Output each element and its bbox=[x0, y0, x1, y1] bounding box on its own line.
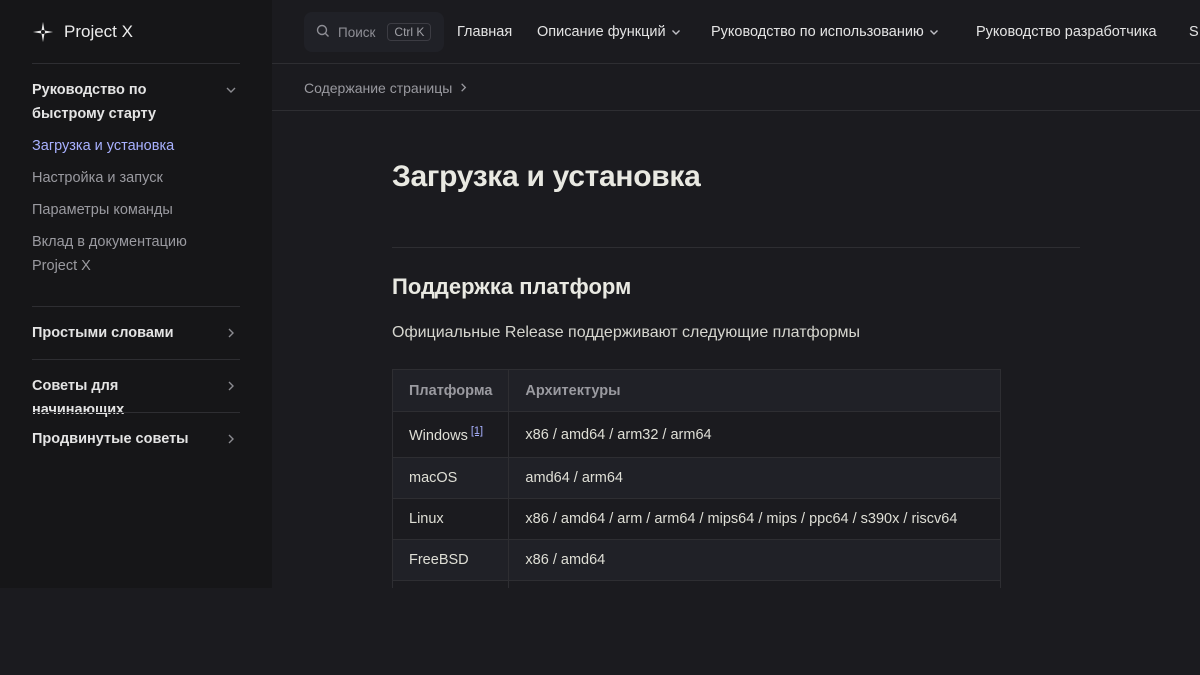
table-row: FreeBSD x86 / amd64 bbox=[391, 539, 1002, 581]
page-outline-toggle[interactable]: Содержание страницы bbox=[272, 65, 1200, 111]
star-logo-icon bbox=[32, 21, 54, 43]
table-header-arch: Архитектуры bbox=[508, 369, 1002, 412]
platform-cell bbox=[391, 580, 510, 588]
nav-item-truncated[interactable]: S bbox=[1189, 0, 1199, 64]
platform-name: Windows bbox=[409, 427, 468, 444]
nav-item-label: S bbox=[1189, 24, 1199, 40]
nav-item-home[interactable]: Главная bbox=[457, 0, 512, 64]
sidebar-section-simple-words[interactable]: Простыми словами bbox=[32, 321, 240, 345]
brand-name: Project X bbox=[64, 22, 133, 41]
platform-cell: macOS bbox=[391, 457, 510, 499]
footnote-link[interactable]: [1] bbox=[471, 425, 483, 437]
chevron-down-icon bbox=[928, 26, 940, 38]
table-row: Windows [1] x86 / amd64 / arm32 / arm64 bbox=[391, 411, 1002, 458]
chevron-right-icon bbox=[458, 80, 469, 96]
sidebar-item-command-params[interactable]: Параметры команды bbox=[32, 198, 232, 222]
chevron-right-icon bbox=[222, 427, 240, 451]
search-placeholder: Поиск bbox=[338, 24, 376, 40]
sidebar-group-quickstart[interactable]: Руководство по быстрому старту bbox=[32, 78, 240, 126]
sidebar-section-advanced-tips[interactable]: Продвинутые советы bbox=[32, 427, 240, 451]
sidebar: Project X Руководство по быстрому старту… bbox=[0, 0, 272, 588]
sidebar-section-label: Продвинутые советы bbox=[32, 431, 189, 447]
nav-item-dev-guide[interactable]: Руководство разработчика bbox=[976, 0, 1157, 64]
sidebar-item-contribute-docs[interactable]: Вклад в документацию Project X bbox=[32, 230, 232, 278]
sidebar-section-beginner-tips[interactable]: Советы для начинающих bbox=[32, 374, 240, 422]
search-shortcut-badge: Ctrl K bbox=[387, 23, 432, 41]
nav-item-label: Руководство по использованию bbox=[711, 24, 924, 40]
arch-cell: amd64 / arm64 bbox=[508, 457, 1002, 499]
sidebar-divider bbox=[32, 412, 240, 413]
platform-cell: Linux bbox=[391, 498, 510, 540]
intro-paragraph: Официальные Release поддерживают следующ… bbox=[392, 324, 861, 341]
platforms-table: Платформа Архитектуры Windows [1] x86 / a… bbox=[391, 369, 1002, 588]
chevron-down-icon bbox=[670, 26, 682, 38]
page-title: Загрузка и установка bbox=[392, 160, 701, 193]
sidebar-section-label: Советы для начинающих bbox=[32, 378, 125, 418]
content-divider bbox=[392, 247, 1080, 248]
nav-item-label: Главная bbox=[457, 24, 513, 40]
nav-item-features[interactable]: Описание функций bbox=[537, 0, 682, 64]
table-row bbox=[391, 580, 1002, 588]
chevron-right-icon bbox=[222, 321, 240, 345]
arch-cell: x86 / amd64 / arm32 / arm64 bbox=[508, 411, 1002, 458]
app-viewport: Project X Руководство по быстрому старту… bbox=[0, 0, 1200, 588]
sidebar-divider bbox=[32, 63, 240, 64]
sidebar-divider bbox=[32, 359, 240, 360]
platform-cell: Windows [1] bbox=[391, 411, 510, 458]
table-header-row: Платформа Архитектуры bbox=[391, 369, 1002, 412]
chevron-right-icon bbox=[222, 374, 240, 398]
top-nav: Поиск Ctrl K Главная Описание функций Ру… bbox=[272, 0, 1200, 64]
nav-item-label: Руководство разработчика bbox=[976, 24, 1157, 40]
search-button[interactable]: Поиск Ctrl K bbox=[304, 12, 444, 52]
page-outline-label: Содержание страницы bbox=[304, 79, 453, 96]
table-header-platform: Платформа bbox=[391, 369, 510, 412]
sidebar-group-title: Руководство по быстрому старту bbox=[32, 82, 157, 122]
search-icon bbox=[316, 24, 330, 41]
arch-cell: x86 / amd64 / arm / arm64 / mips64 / mip… bbox=[508, 498, 1002, 540]
arch-cell: x86 / amd64 bbox=[508, 539, 1002, 581]
table-row: Linux x86 / amd64 / arm / arm64 / mips64… bbox=[391, 498, 1002, 540]
table-row: macOS amd64 / arm64 bbox=[391, 457, 1002, 499]
sidebar-divider bbox=[32, 306, 240, 307]
nav-item-user-guide[interactable]: Руководство по использованию bbox=[711, 0, 940, 64]
chevron-down-icon[interactable] bbox=[222, 78, 240, 102]
sidebar-item-setup-run[interactable]: Настройка и запуск bbox=[32, 166, 232, 190]
sidebar-item-download-install[interactable]: Загрузка и установка bbox=[32, 134, 232, 158]
arch-cell bbox=[508, 580, 1002, 588]
platform-cell: FreeBSD bbox=[391, 539, 510, 581]
section-title: Поддержка платформ bbox=[392, 274, 632, 299]
nav-item-label: Описание функций bbox=[537, 24, 666, 40]
sidebar-section-label: Простыми словами bbox=[32, 325, 174, 341]
brand-link[interactable]: Project X bbox=[32, 18, 133, 46]
